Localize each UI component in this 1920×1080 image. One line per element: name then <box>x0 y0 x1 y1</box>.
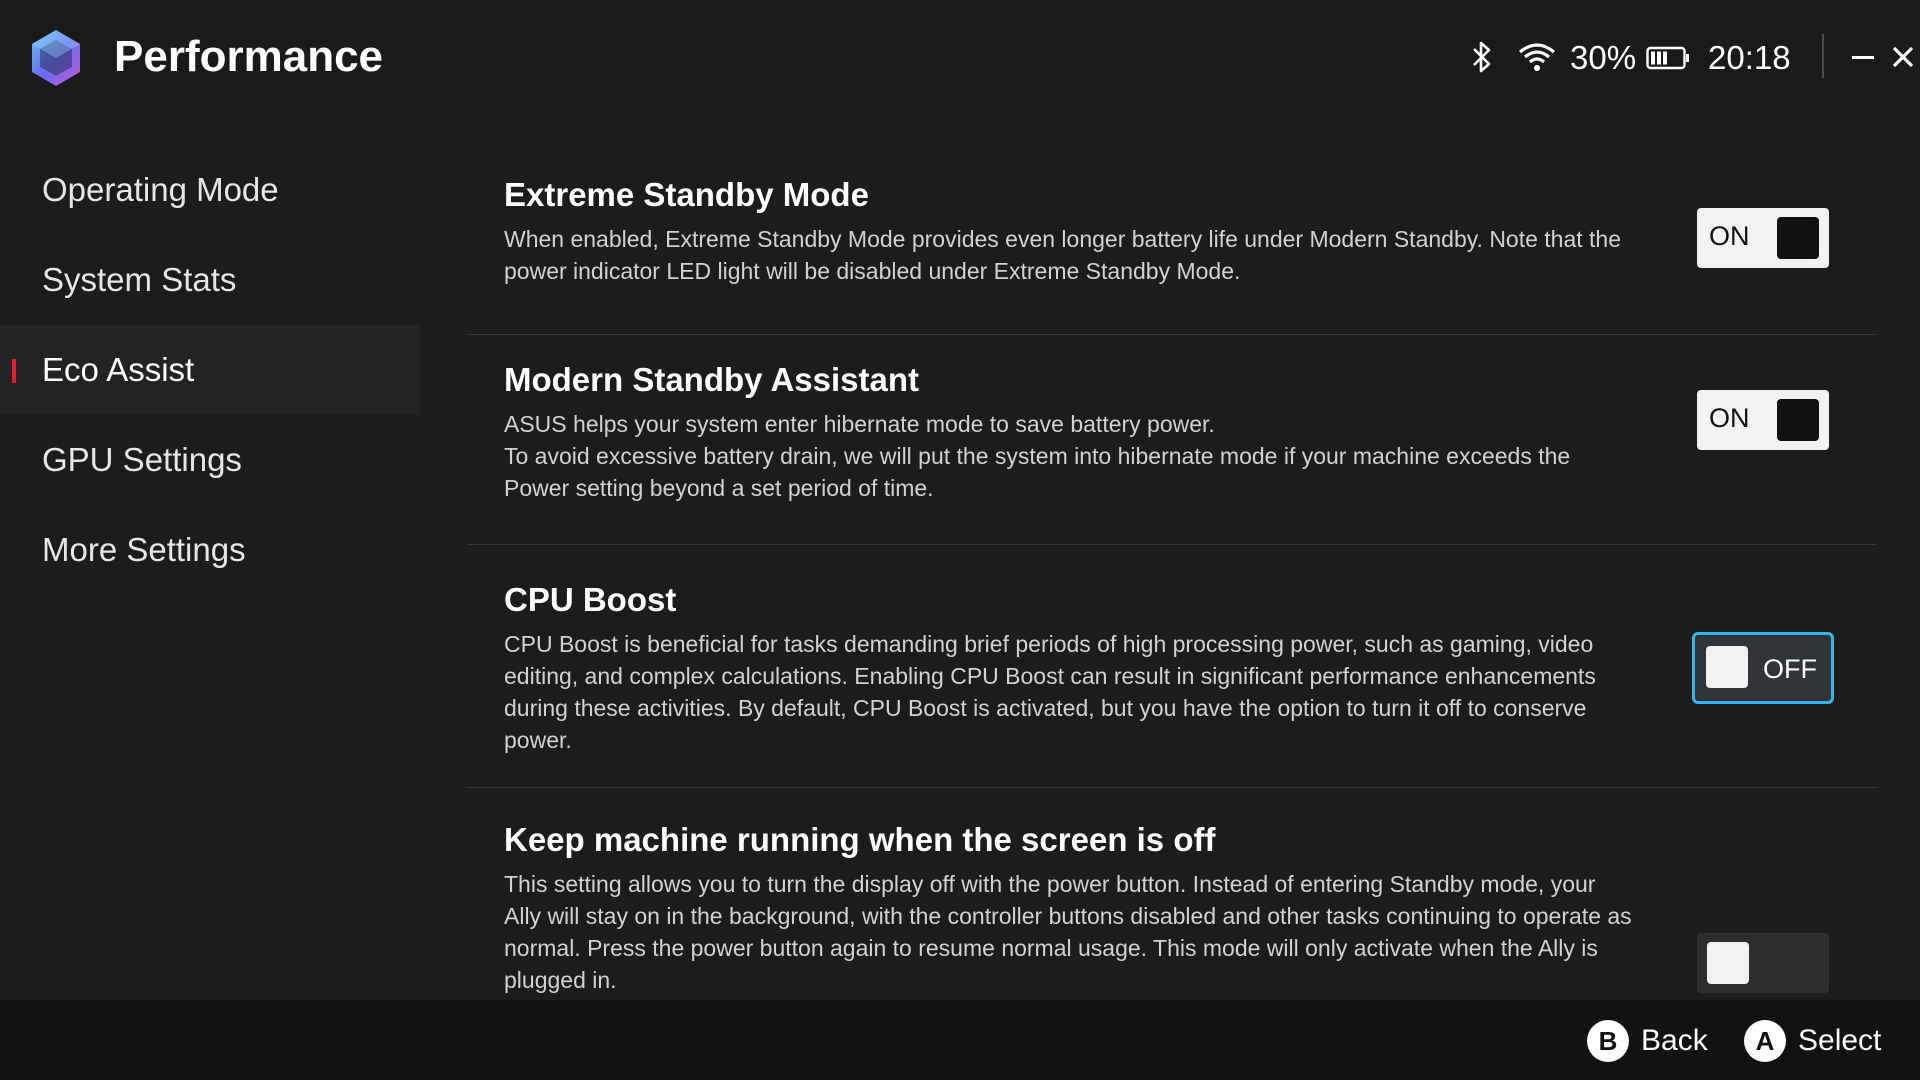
setting-title: CPU Boost <box>504 581 677 618</box>
setting-description: When enabled, Extreme Standby Mode provi… <box>504 226 1622 284</box>
toggle-knob <box>1707 942 1749 984</box>
sidebar-item-gpu-settings[interactable]: GPU Settings <box>0 415 420 505</box>
armoury-crate-logo-icon <box>32 30 80 86</box>
a-button-icon: A <box>1744 1020 1786 1062</box>
sidebar-item-operating-mode[interactable]: Operating Mode <box>0 145 420 235</box>
header-bar: Performance 30% 20:18 <box>0 0 1920 115</box>
close-icon[interactable] <box>1886 40 1920 74</box>
setting-title: Keep machine running when the screen is … <box>504 821 1216 858</box>
footer-bar: B Back A Select <box>0 1000 1920 1080</box>
toggle-knob <box>1706 646 1748 688</box>
minimize-icon[interactable] <box>1842 40 1882 74</box>
status-area: 30% 20:18 <box>1440 0 1920 115</box>
page-title: Performance <box>114 32 384 81</box>
battery-icon <box>1646 46 1689 70</box>
toggle-knob <box>1777 217 1819 259</box>
b-button-icon: B <box>1587 1020 1629 1062</box>
setting-title: Extreme Standby Mode <box>504 176 869 213</box>
setting-modern-standby-assistant: Modern Standby Assistant ASUS helps your… <box>467 335 1877 545</box>
extreme-standby-toggle[interactable]: ON <box>1697 208 1829 268</box>
setting-cpu-boost: CPU Boost CPU Boost is beneficial for ta… <box>467 545 1877 788</box>
toggle-state-label: OFF <box>1763 654 1817 684</box>
keep-running-toggle[interactable] <box>1697 933 1829 993</box>
toggle-state-label: ON <box>1709 403 1750 433</box>
sidebar-item-more-settings[interactable]: More Settings <box>0 505 420 595</box>
setting-extreme-standby-mode: Extreme Standby Mode When enabled, Extre… <box>467 145 1877 335</box>
modern-standby-toggle[interactable]: ON <box>1697 390 1829 450</box>
battery-percentage: 30% <box>1570 39 1637 76</box>
settings-panel: Extreme Standby Mode When enabled, Extre… <box>467 145 1877 995</box>
setting-description: CPU Boost is beneficial for tasks demand… <box>504 631 1596 753</box>
bluetooth-icon <box>1473 41 1491 73</box>
sidebar-nav: Operating Mode System Stats Eco Assist G… <box>0 145 420 595</box>
back-label: Back <box>1641 1024 1708 1057</box>
back-button[interactable]: B Back <box>1587 1020 1708 1064</box>
header-divider <box>1822 34 1824 78</box>
sidebar-item-system-stats[interactable]: System Stats <box>0 235 420 325</box>
setting-title: Modern Standby Assistant <box>504 361 919 398</box>
select-button[interactable]: A Select <box>1744 1020 1894 1064</box>
toggle-knob <box>1777 399 1819 441</box>
setting-description: This setting allows you to turn the disp… <box>504 871 1632 993</box>
toggle-state-label: ON <box>1709 221 1750 251</box>
cpu-boost-toggle[interactable]: OFF <box>1692 632 1834 704</box>
select-label: Select <box>1798 1024 1882 1057</box>
setting-keep-machine-running: Keep machine running when the screen is … <box>467 788 1877 995</box>
wifi-icon <box>1518 43 1556 71</box>
setting-description: ASUS helps your system enter hibernate m… <box>504 411 1571 501</box>
clock: 20:18 <box>1708 39 1791 76</box>
sidebar-item-eco-assist[interactable]: Eco Assist <box>0 325 420 415</box>
